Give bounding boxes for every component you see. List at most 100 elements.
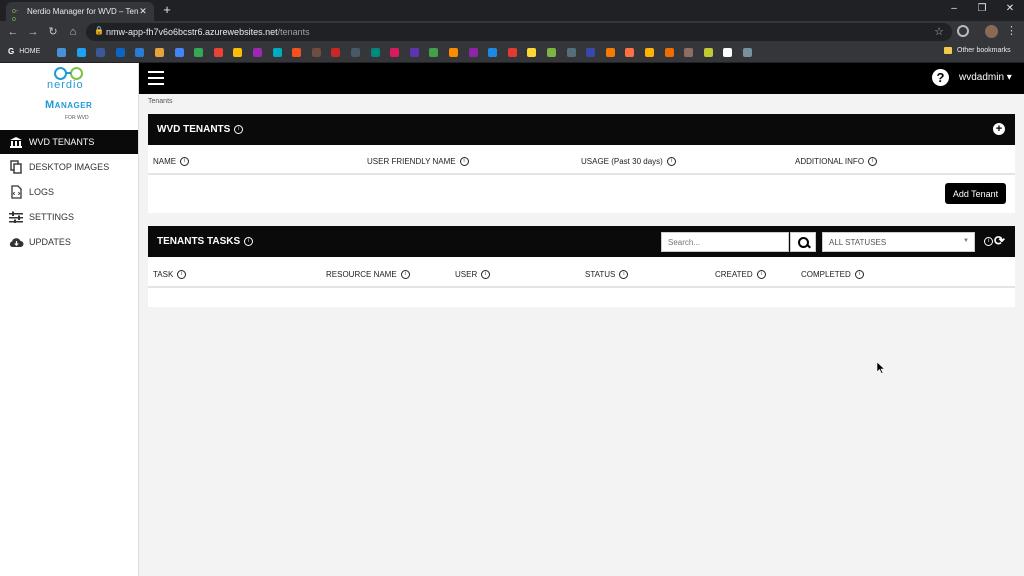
code-file-icon <box>8 185 24 199</box>
sidebar-item-settings[interactable]: SETTINGS <box>0 205 138 229</box>
info-icon[interactable]: i <box>180 157 190 166</box>
back-icon[interactable]: ← <box>6 25 20 39</box>
browser-menu-icon[interactable]: ⋮ <box>1006 24 1017 37</box>
bookmark-favicon-icon[interactable] <box>76 48 86 57</box>
extension-icon[interactable] <box>957 25 969 37</box>
sidebar-item-wvd-tenants[interactable]: WVD TENANTS <box>0 130 138 154</box>
forward-icon[interactable]: → <box>26 25 40 39</box>
bookmark-favicon-icon[interactable] <box>370 48 380 57</box>
bookmark-favicon-icon[interactable] <box>723 48 733 57</box>
bookmark-favicon-icon[interactable] <box>409 48 419 57</box>
info-icon[interactable]: i <box>459 157 469 166</box>
bookmark-favicon-icon[interactable] <box>684 48 694 57</box>
sidebar-item-updates[interactable]: UPDATES <box>0 230 138 254</box>
bookmark-favicon-icon[interactable] <box>586 48 596 57</box>
column-user-friendly-name[interactable]: USER FRIENDLY NAME i <box>367 157 469 166</box>
hamburger-menu-icon[interactable] <box>148 71 164 85</box>
info-icon[interactable]: i <box>619 270 629 279</box>
info-icon[interactable]: i <box>756 270 766 279</box>
bookmark-favicon-icon[interactable] <box>703 48 713 57</box>
bookmark-home[interactable]: G HOME <box>8 47 40 56</box>
tasks-panel-header: TENANTS TASKSi ALL STATUSES▼ i ⟳ <box>148 226 1015 257</box>
bookmark-favicon-icon[interactable] <box>96 48 106 57</box>
column-task[interactable]: TASK i <box>153 270 187 279</box>
bookmark-favicon-icon[interactable] <box>645 48 654 57</box>
bookmark-favicon-icon[interactable] <box>507 48 517 57</box>
bookmark-favicon-icon[interactable] <box>57 48 66 57</box>
bookmark-favicon-icon[interactable] <box>233 48 243 57</box>
sidebar-item-desktop-images[interactable]: DESKTOP IMAGES <box>0 155 138 179</box>
bookmark-favicon-icon[interactable] <box>155 48 164 57</box>
mouse-cursor-icon <box>877 362 885 374</box>
column-additional-info[interactable]: ADDITIONAL INFO i <box>795 157 878 166</box>
bookmark-favicon-icon[interactable] <box>292 48 302 57</box>
breadcrumb[interactable]: Tenants <box>148 98 173 105</box>
add-tenant-plus-icon[interactable]: + <box>993 123 1005 135</box>
sidebar-item-label: SETTINGS <box>29 212 75 222</box>
bookmark-favicon-icon[interactable] <box>390 48 400 57</box>
column-completed[interactable]: COMPLETED i <box>801 270 864 279</box>
address-bar[interactable]: 🔒 nmw-app-fh7v6o6bcstr6.azurewebsites.ne… <box>86 23 952 41</box>
restore-icon[interactable]: ❐ <box>972 3 992 14</box>
other-bookmarks[interactable]: Other bookmarks <box>944 47 1011 54</box>
bookmark-favicon-icon[interactable] <box>527 48 537 57</box>
bookmark-favicon-icon[interactable] <box>174 48 184 57</box>
bookmark-favicon-icon[interactable] <box>194 48 204 57</box>
home-icon[interactable]: ⌂ <box>66 25 80 39</box>
column-created[interactable]: CREATED i <box>715 270 766 279</box>
bookmark-favicon-icon[interactable] <box>488 48 498 57</box>
bookmark-favicon-icon[interactable] <box>625 48 635 57</box>
refresh-icon[interactable]: ⟳ <box>994 233 1005 249</box>
column-user[interactable]: USER i <box>455 270 491 279</box>
new-tab-icon[interactable]: + <box>160 3 174 17</box>
help-icon[interactable]: ? <box>932 69 949 86</box>
info-icon[interactable]: i <box>854 270 864 279</box>
bookmark-favicon-icon[interactable] <box>331 48 341 57</box>
status-filter-select[interactable]: ALL STATUSES ▼ <box>822 232 975 252</box>
bookmark-favicon-icon[interactable] <box>547 48 556 57</box>
tenants-panel-title: WVD TENANTS i <box>157 124 244 135</box>
bookmark-favicon-icon[interactable] <box>605 48 615 57</box>
info-icon[interactable]: i <box>984 237 993 246</box>
bookmark-favicon-icon[interactable] <box>468 48 478 57</box>
profile-avatar[interactable] <box>985 25 998 38</box>
tenants-panel: WVD TENANTS i + NAME i USER FRIENDLY NAME i… <box>148 114 1015 213</box>
bookmark-favicon-icon[interactable] <box>429 48 439 57</box>
info-icon[interactable]: i <box>244 237 254 246</box>
column-status[interactable]: STATUS i <box>585 270 629 279</box>
minimize-icon[interactable]: – <box>944 3 964 14</box>
bookmark-favicon-icon[interactable] <box>449 48 458 57</box>
sidebar-item-logs[interactable]: LOGS <box>0 180 138 204</box>
info-icon[interactable]: i <box>868 157 878 166</box>
browser-tab[interactable]: o-o Nerdio Manager for WVD – Tenants ✕ <box>6 2 154 23</box>
logo-manager: Manager <box>45 99 93 111</box>
user-menu[interactable]: wvdadmin ▾ <box>959 72 1012 83</box>
bookmark-favicon-icon[interactable] <box>272 48 282 57</box>
task-search-input[interactable] <box>661 232 789 252</box>
bookmark-favicon-icon[interactable] <box>743 48 752 57</box>
bookmark-favicon-icon[interactable] <box>566 48 576 57</box>
column-resource-name[interactable]: RESOURCE NAME i <box>326 270 410 279</box>
info-icon[interactable]: i <box>400 270 410 279</box>
info-icon[interactable]: i <box>177 270 187 279</box>
bookmark-favicon-icon[interactable] <box>351 48 360 57</box>
nerdio-logo[interactable]: nerdio Manager FOR WVD <box>38 67 108 127</box>
column-usage[interactable]: USAGE (Past 30 days) i <box>581 157 676 166</box>
bookmark-favicon-icon[interactable] <box>115 48 125 57</box>
reload-icon[interactable]: ↻ <box>46 25 60 39</box>
bookmark-favicon-icon[interactable] <box>213 48 223 57</box>
bookmark-favicon-icon[interactable] <box>664 48 674 57</box>
bookmark-star-icon[interactable]: ☆ <box>934 25 944 38</box>
close-tab-icon[interactable]: ✕ <box>138 6 148 17</box>
info-icon[interactable]: i <box>234 125 244 134</box>
info-icon[interactable]: i <box>481 270 491 279</box>
add-tenant-button[interactable]: Add Tenant <box>945 183 1006 204</box>
close-window-icon[interactable]: ✕ <box>1000 3 1020 14</box>
info-icon[interactable]: i <box>666 157 676 166</box>
chevron-down-icon: ▼ <box>963 238 969 244</box>
bookmark-favicon-icon[interactable] <box>311 48 321 57</box>
column-name[interactable]: NAME i <box>153 157 190 166</box>
bookmark-favicon-icon[interactable] <box>253 48 262 57</box>
search-button[interactable] <box>790 232 816 252</box>
bookmark-favicon-icon[interactable] <box>135 48 145 57</box>
